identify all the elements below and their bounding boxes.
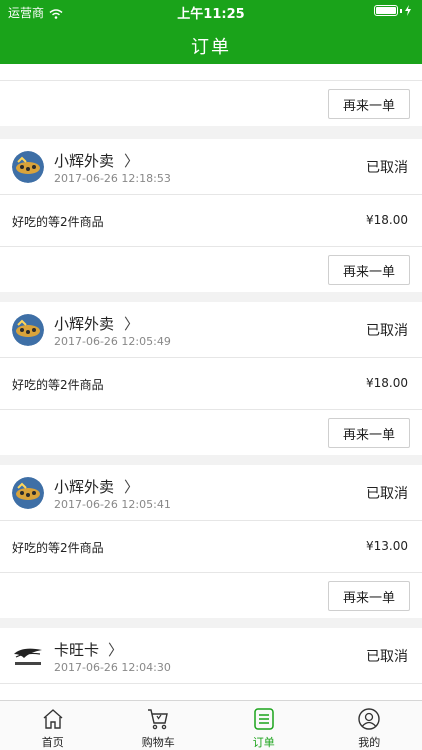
reorder-button[interactable]: 再来一单 bbox=[328, 255, 410, 285]
order-items-row[interactable]: 好吃的等2件商品 ¥18.00 bbox=[0, 195, 422, 246]
order-list-icon bbox=[254, 708, 274, 730]
status-bar: 运营商 上午11:25 bbox=[0, 0, 422, 22]
order-items-summary: 好吃的等2件商品 bbox=[12, 378, 104, 392]
shop-name[interactable]: 小辉外卖 bbox=[54, 476, 114, 497]
order-shop-row[interactable]: 小辉外卖 〉 2017-06-26 12:18:53 已取消 bbox=[0, 139, 422, 194]
order-status: 已取消 bbox=[366, 160, 408, 176]
tab-home[interactable]: 首页 bbox=[0, 701, 106, 750]
order-price: ¥18.00 bbox=[366, 376, 408, 390]
order-status: 已取消 bbox=[366, 323, 408, 339]
tab-label: 购物车 bbox=[141, 736, 175, 749]
order-time: 2017-06-26 12:04:30 bbox=[54, 661, 171, 674]
shop-avatar bbox=[12, 477, 44, 509]
order-card[interactable]: 卡旺卡 〉 2017-06-26 12:04:30 已取消 bbox=[0, 628, 422, 700]
order-list[interactable]: 再来一单 小辉外卖 〉 2017-06-26 12:18:53 已取消 好吃的等… bbox=[0, 64, 422, 700]
chevron-right-icon[interactable]: 〉 bbox=[124, 476, 139, 497]
order-actions: 再来一单 bbox=[0, 81, 422, 126]
tab-orders[interactable]: 订单 bbox=[211, 701, 317, 750]
order-time: 2017-06-26 12:18:53 bbox=[54, 172, 171, 185]
order-items-summary: 好吃的等2件商品 bbox=[12, 541, 104, 555]
user-icon bbox=[358, 708, 380, 730]
tab-label: 订单 bbox=[252, 736, 275, 749]
order-card[interactable]: 小辉外卖 〉 2017-06-26 12:05:49 已取消 好吃的等2件商品 … bbox=[0, 302, 422, 455]
order-shop-row[interactable]: 小辉外卖 〉 2017-06-26 12:05:49 已取消 bbox=[0, 302, 422, 357]
order-items-row[interactable]: 好吃的等2件商品 ¥18.00 bbox=[0, 358, 422, 409]
shop-logo bbox=[12, 640, 44, 672]
order-price: ¥13.00 bbox=[366, 539, 408, 553]
order-actions: 再来一单 bbox=[0, 247, 422, 292]
tab-profile[interactable]: 我的 bbox=[317, 701, 422, 750]
order-actions: 再来一单 bbox=[0, 410, 422, 455]
order-price: ¥18.00 bbox=[366, 213, 408, 227]
chevron-right-icon[interactable]: 〉 bbox=[108, 639, 123, 660]
tab-cart[interactable]: 购物车 bbox=[106, 701, 212, 750]
chevron-right-icon[interactable]: 〉 bbox=[124, 313, 139, 334]
reorder-button[interactable]: 再来一单 bbox=[328, 89, 410, 119]
battery-icon bbox=[374, 5, 412, 16]
reorder-button[interactable]: 再来一单 bbox=[328, 581, 410, 611]
order-status: 已取消 bbox=[366, 649, 408, 665]
home-icon bbox=[43, 709, 63, 729]
tab-label: 我的 bbox=[358, 736, 381, 749]
shop-avatar bbox=[12, 151, 44, 183]
tab-bar: 首页 购物车 订单 我的 bbox=[0, 700, 422, 750]
reorder-button[interactable]: 再来一单 bbox=[328, 418, 410, 448]
order-card: 再来一单 bbox=[0, 64, 422, 126]
order-actions: 再来一单 bbox=[0, 573, 422, 618]
order-card[interactable]: 小辉外卖 〉 2017-06-26 12:18:53 已取消 好吃的等2件商品 … bbox=[0, 139, 422, 292]
order-shop-row[interactable]: 卡旺卡 〉 2017-06-26 12:04:30 已取消 bbox=[0, 628, 422, 683]
order-time: 2017-06-26 12:05:41 bbox=[54, 498, 171, 511]
shop-name[interactable]: 卡旺卡 bbox=[54, 639, 99, 660]
tab-label: 首页 bbox=[41, 736, 64, 749]
order-time: 2017-06-26 12:05:49 bbox=[54, 335, 171, 348]
order-card[interactable]: 小辉外卖 〉 2017-06-26 12:05:41 已取消 好吃的等2件商品 … bbox=[0, 465, 422, 618]
order-shop-row[interactable]: 小辉外卖 〉 2017-06-26 12:05:41 已取消 bbox=[0, 465, 422, 520]
chevron-right-icon[interactable]: 〉 bbox=[124, 150, 139, 171]
shop-avatar bbox=[12, 314, 44, 346]
charging-icon bbox=[405, 5, 411, 16]
order-items-summary: 好吃的等2件商品 bbox=[12, 215, 104, 229]
order-status: 已取消 bbox=[366, 486, 408, 502]
status-time: 上午11:25 bbox=[177, 7, 245, 22]
shop-name[interactable]: 小辉外卖 bbox=[54, 150, 114, 171]
app-header: 运营商 上午11:25 订单 bbox=[0, 0, 422, 64]
order-items-row[interactable]: 好吃的等2件商品 ¥13.00 bbox=[0, 521, 422, 572]
shop-name[interactable]: 小辉外卖 bbox=[54, 313, 114, 334]
divider bbox=[0, 683, 422, 684]
page-title: 订单 bbox=[191, 37, 231, 58]
cart-icon bbox=[148, 709, 169, 730]
